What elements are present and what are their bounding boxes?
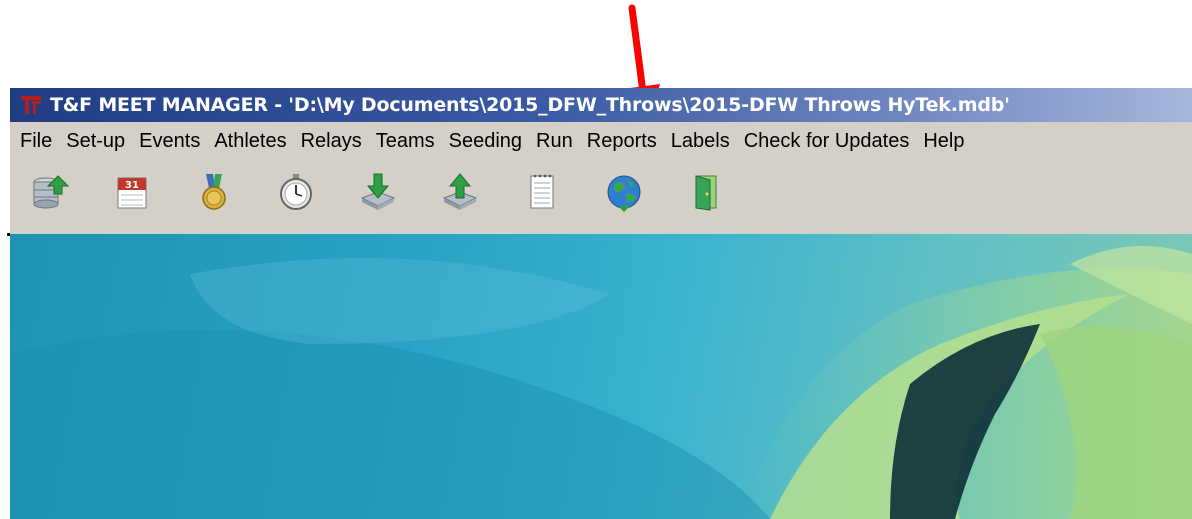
- menu-labels[interactable]: Labels: [669, 130, 742, 153]
- export-button[interactable]: [428, 166, 492, 218]
- medal-button[interactable]: [182, 166, 246, 218]
- globe-icon: [607, 175, 641, 212]
- app-logo-icon: [18, 92, 44, 118]
- menu-bar: File Set-up Events Athletes Relays Teams…: [10, 122, 1192, 160]
- calendar-day-text: 31: [125, 180, 139, 191]
- database-button[interactable]: [18, 166, 82, 218]
- calendar-button[interactable]: 31: [100, 166, 164, 218]
- window-title: T&F MEET MANAGER - 'D:\My Documents\2015…: [50, 94, 1010, 116]
- title-bar[interactable]: T&F MEET MANAGER - 'D:\My Documents\2015…: [10, 88, 1192, 122]
- export-icon: [442, 173, 478, 210]
- menu-check-for-updates[interactable]: Check for Updates: [742, 130, 922, 153]
- exit-door-icon: [695, 175, 717, 211]
- web-button[interactable]: [592, 166, 656, 218]
- stopwatch-icon: [280, 174, 312, 210]
- cursor-marker: [7, 233, 10, 236]
- menu-setup[interactable]: Set-up: [64, 130, 137, 153]
- menu-reports[interactable]: Reports: [585, 130, 669, 153]
- import-icon: [360, 173, 396, 210]
- calendar-icon: 31: [117, 177, 147, 209]
- notepad-button[interactable]: [510, 166, 574, 218]
- menu-events[interactable]: Events: [137, 130, 212, 153]
- background-artwork-icon: [10, 246, 1192, 519]
- menu-run[interactable]: Run: [534, 130, 585, 153]
- import-button[interactable]: [346, 166, 410, 218]
- menu-relays[interactable]: Relays: [299, 130, 374, 153]
- menu-athletes[interactable]: Athletes: [212, 130, 298, 153]
- exit-button[interactable]: [674, 166, 738, 218]
- app-window: T&F MEET MANAGER - 'D:\My Documents\2015…: [10, 88, 1192, 519]
- menu-help[interactable]: Help: [921, 130, 976, 153]
- menu-seeding[interactable]: Seeding: [447, 130, 534, 153]
- toolbar: 31: [10, 160, 1192, 234]
- database-upload-icon: [33, 175, 70, 209]
- menu-teams[interactable]: Teams: [374, 130, 447, 153]
- main-content-area: [10, 234, 1192, 519]
- medal-icon: [202, 174, 226, 210]
- stopwatch-button[interactable]: [264, 166, 328, 218]
- menu-file[interactable]: File: [18, 130, 64, 153]
- notepad-icon: [530, 174, 554, 209]
